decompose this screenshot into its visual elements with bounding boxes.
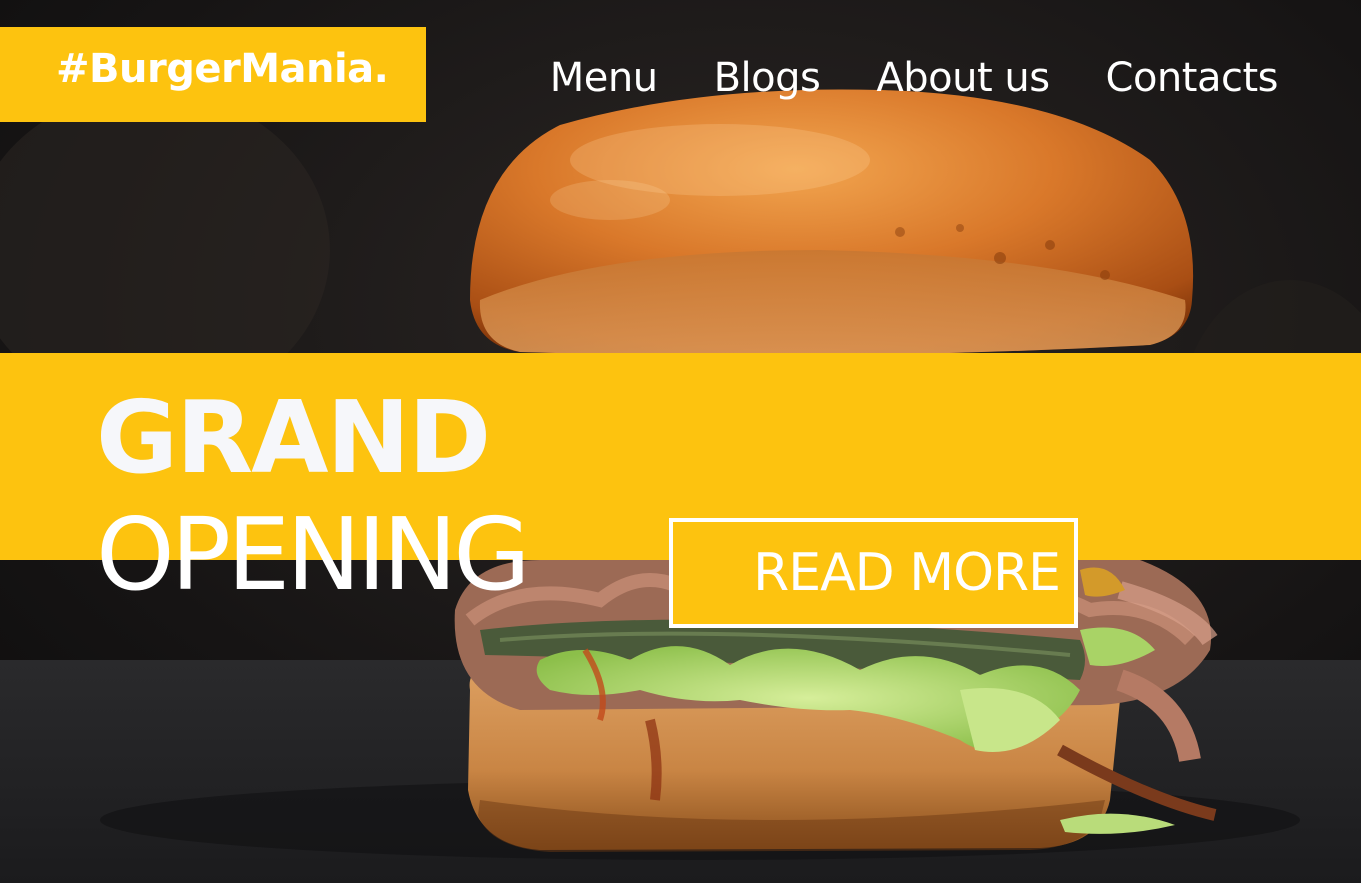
brand-logo[interactable]: #BurgerMania. [0, 27, 426, 122]
landing-page: #BurgerMania. Menu Blogs About us Contac… [0, 0, 1361, 883]
hero-headline-primary: GRAND [96, 379, 491, 496]
nav-item-contacts[interactable]: Contacts [1106, 54, 1279, 102]
nav-item-about-us[interactable]: About us [876, 54, 1050, 102]
read-more-button[interactable]: READ MORE [669, 518, 1078, 628]
main-nav: Menu Blogs About us Contacts [550, 54, 1279, 102]
nav-item-menu[interactable]: Menu [550, 54, 658, 102]
hero-headline-secondary: OPENING [96, 496, 531, 613]
nav-item-blogs[interactable]: Blogs [714, 54, 821, 102]
